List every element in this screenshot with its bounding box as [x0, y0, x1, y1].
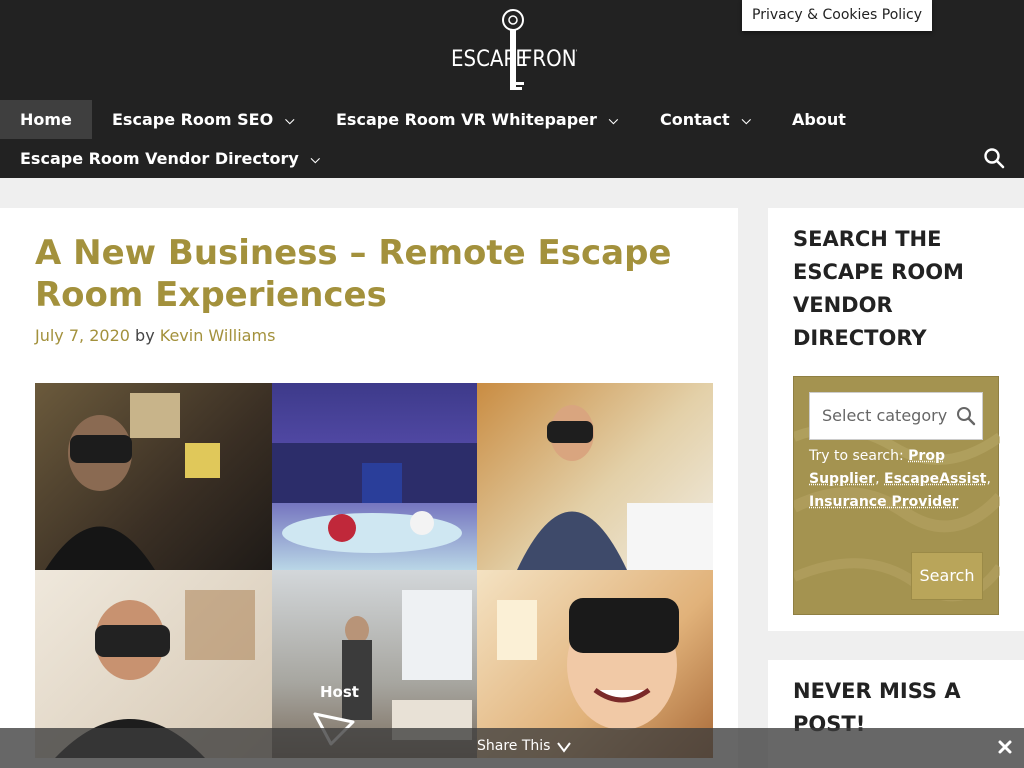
suggestion-insurance-provider[interactable]: Insurance Provider: [809, 494, 959, 510]
site-logo[interactable]: ESCAPE FRONT: [449, 8, 577, 94]
widget-title-search: SEARCH THE ESCAPE ROOM VENDOR DIRECTORY: [793, 227, 964, 350]
search-icon[interactable]: [956, 406, 976, 426]
logo-text-right: FRONT: [521, 47, 577, 72]
host-label: Host: [320, 683, 359, 701]
featured-image: Host: [35, 383, 713, 758]
suggestion-escapeassist[interactable]: EscapeAssist: [884, 471, 986, 487]
nav-label: Contact: [660, 110, 730, 129]
nav-label: Home: [20, 110, 72, 129]
nav-item-contact[interactable]: Contact ⌵: [640, 100, 771, 139]
close-icon[interactable]: [997, 739, 1013, 755]
nav-item-about[interactable]: About: [772, 100, 866, 139]
photo-cell-vr-user-1: [35, 383, 272, 570]
post-author[interactable]: Kevin Williams: [160, 326, 276, 345]
search-suggestions: Try to search: Prop Supplier, EscapeAssi…: [809, 448, 991, 510]
chevron-down-icon: ⌵: [608, 113, 619, 127]
search-button[interactable]: Search: [911, 552, 983, 600]
privacy-cookies-link[interactable]: Privacy & Cookies Policy: [742, 0, 933, 31]
chevron-down-icon: ⌵: [285, 113, 295, 127]
share-label[interactable]: Share This: [477, 738, 550, 754]
nav-item-vendor-directory[interactable]: Escape Room Vendor Directory ⌵: [0, 139, 340, 178]
try-prefix: Try to search:: [809, 448, 904, 464]
nav-label: Escape Room VR Whitepaper: [336, 110, 597, 129]
nav-item-vr-whitepaper[interactable]: Escape Room VR Whitepaper ⌵: [316, 100, 638, 139]
nav-item-home[interactable]: Home: [0, 100, 92, 139]
nav-label: Escape Room Vendor Directory: [20, 149, 299, 168]
chevron-down-icon[interactable]: [556, 740, 572, 754]
search-icon[interactable]: [982, 146, 1006, 170]
post-date[interactable]: July 7, 2020: [35, 326, 130, 345]
nav-label: Escape Room SEO: [112, 110, 274, 129]
chevron-down-icon: ⌵: [310, 152, 320, 166]
nav-item-escape-room-seo[interactable]: Escape Room SEO ⌵: [92, 100, 314, 139]
photo-cell-vr-scene: [272, 383, 477, 570]
nav-label: About: [792, 110, 846, 129]
photo-cell-vr-user-2: [477, 383, 713, 570]
post-title[interactable]: A New Business – Remote Escape Room Expe…: [35, 232, 715, 316]
chevron-down-icon: ⌵: [741, 113, 751, 127]
logo-text-left: ESCAPE: [451, 47, 528, 72]
post-meta: July 7, 2020 by Kevin Williams: [35, 326, 275, 345]
by-label: by: [135, 326, 155, 345]
